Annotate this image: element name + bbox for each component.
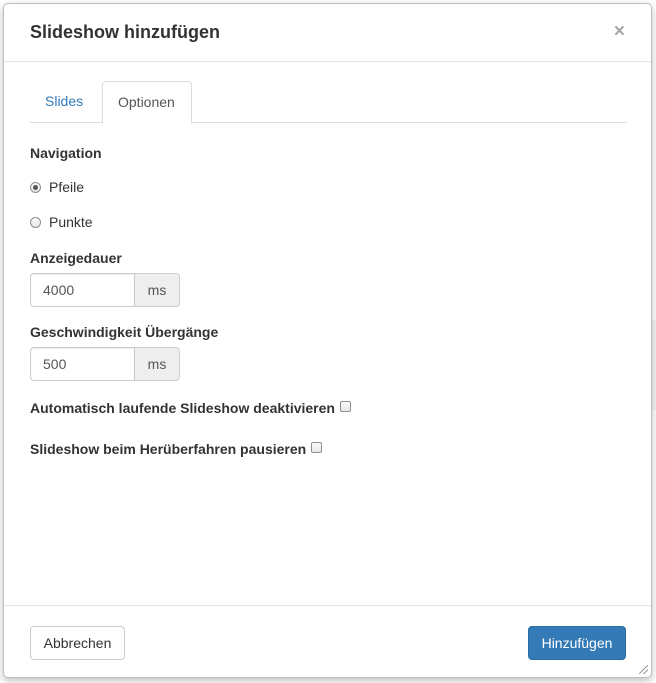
tab-bar: Slides Optionen [30, 81, 627, 124]
pause-on-hover-checkbox[interactable] [311, 441, 323, 453]
transition-speed-label: Geschwindigkeit Übergänge [30, 324, 219, 340]
duration-input[interactable] [30, 273, 135, 307]
pause-on-hover-row: Slideshow beim Herüberfahren pausieren [30, 440, 323, 458]
tab-options[interactable]: Optionen [102, 81, 192, 124]
arrows-radio[interactable] [30, 181, 41, 193]
pause-on-hover-label: Slideshow beim Herüberfahren pausieren [30, 441, 307, 457]
dots-radio[interactable] [30, 216, 41, 228]
dialog-title: Slideshow hinzufügen [30, 22, 220, 42]
add-slideshow-dialog: Slideshow hinzufügen × Slides Optionen N… [3, 3, 652, 678]
duration-input-group: ms [30, 273, 180, 307]
transition-speed-input[interactable] [30, 347, 135, 381]
cancel-button[interactable]: Abbrechen [30, 626, 125, 660]
resize-grip-icon[interactable] [639, 665, 648, 674]
disable-autoplay-row: Automatisch laufende Slideshow deaktivie… [30, 399, 351, 417]
arrows-radio-label: Pfeile [49, 179, 85, 195]
tab-slides[interactable]: Slides [30, 81, 98, 123]
disable-autoplay-checkbox[interactable] [339, 400, 351, 412]
duration-label: Anzeigedauer [30, 250, 122, 266]
radio-option-arrows[interactable]: Pfeile [30, 177, 84, 197]
dialog-header: Slideshow hinzufügen × [4, 4, 651, 62]
add-button[interactable]: Hinzufügen [528, 626, 626, 660]
close-icon[interactable]: × [614, 22, 625, 42]
dots-radio-label: Punkte [49, 214, 93, 230]
dialog-footer: Abbrechen Hinzufügen [4, 605, 651, 677]
disable-autoplay-label: Automatisch laufende Slideshow deaktivie… [30, 400, 335, 416]
duration-unit-addon: ms [135, 273, 180, 307]
radio-option-dots[interactable]: Punkte [30, 212, 93, 232]
transition-speed-input-group: ms [30, 347, 180, 381]
transition-speed-unit-addon: ms [135, 347, 180, 381]
navigation-label: Navigation [30, 145, 102, 161]
